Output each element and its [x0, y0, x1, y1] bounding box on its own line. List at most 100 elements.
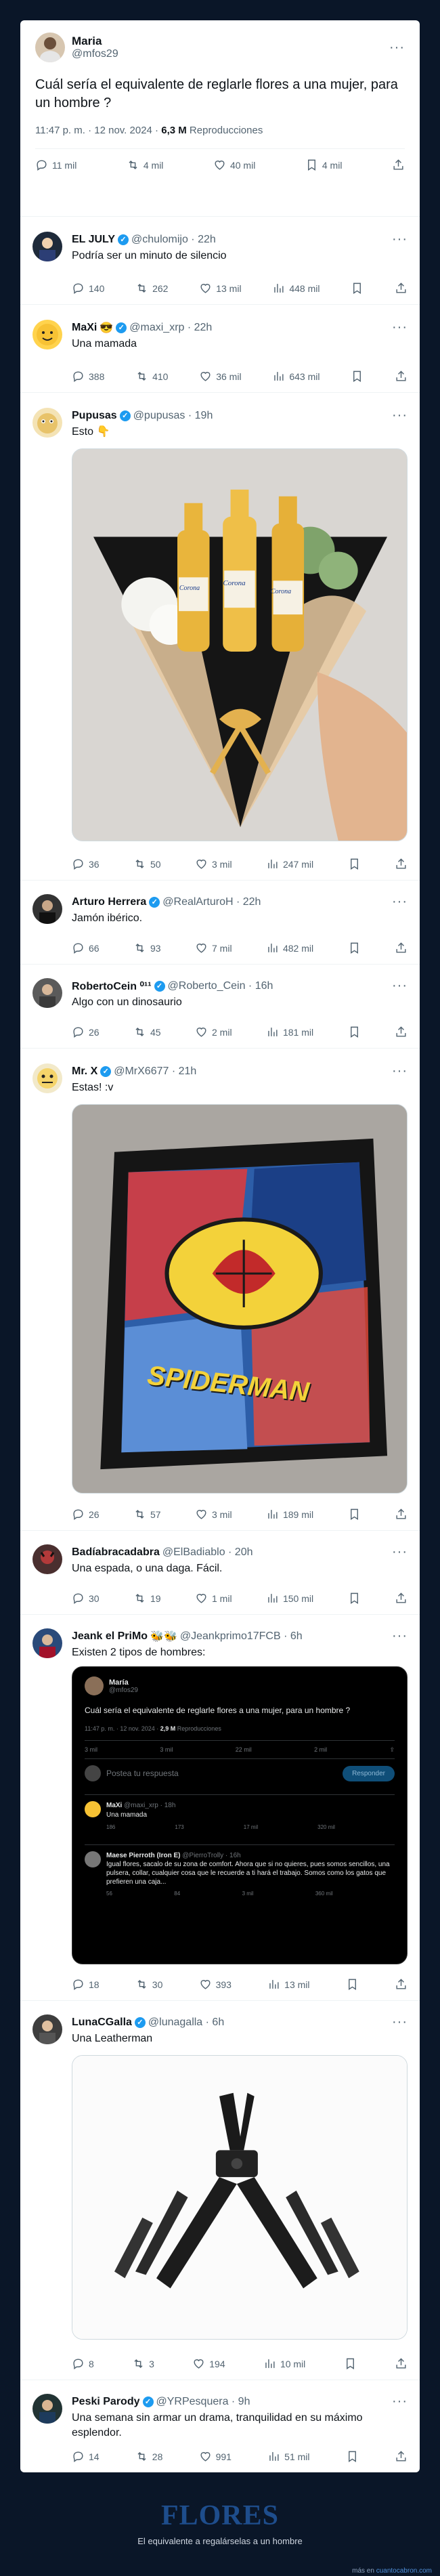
bookmark-button[interactable] — [348, 1592, 361, 1605]
reply-author[interactable]: MaXi — [72, 322, 97, 334]
reply-handle[interactable]: @Roberto_Cein · 16h — [168, 980, 273, 992]
repost-button[interactable]: 19 — [133, 1592, 161, 1605]
like-button[interactable]: 393 — [199, 1978, 232, 1991]
more-icon[interactable]: ··· — [392, 2394, 408, 2409]
share-button[interactable] — [395, 370, 408, 383]
reply-handle[interactable]: @pupusas · 19h — [133, 410, 213, 422]
repost-button[interactable]: 410 — [135, 370, 168, 383]
views-button[interactable]: 189 mil — [266, 1508, 313, 1521]
reply-button[interactable]: 18 — [72, 1978, 100, 1991]
bookmark-button[interactable] — [348, 858, 361, 870]
share-button[interactable] — [395, 1508, 408, 1521]
avatar[interactable] — [32, 2014, 62, 2044]
views-button[interactable]: 150 mil — [266, 1592, 313, 1605]
more-icon[interactable]: ··· — [392, 2014, 408, 2030]
like-button[interactable]: 13 mil — [199, 282, 242, 295]
avatar[interactable] — [32, 1628, 62, 1658]
bookmark-button[interactable] — [344, 2357, 357, 2370]
like-button[interactable]: 7 mil — [195, 942, 232, 954]
reply-author[interactable]: Peski Parody — [72, 2396, 140, 2408]
reply-author[interactable]: Badíabracadabra — [72, 1546, 160, 1559]
reply-handle[interactable]: @maxi_xrp · 22h — [129, 322, 212, 334]
reply-author[interactable]: Jeank el PriMo — [72, 1630, 148, 1643]
more-icon[interactable]: ··· — [392, 408, 408, 423]
reply-handle[interactable]: @chulomijo · 22h — [131, 234, 216, 246]
reply-button[interactable]: 388 — [72, 370, 104, 383]
like-button[interactable]: 991 — [199, 2450, 232, 2463]
reply-button[interactable]: 36 — [72, 858, 100, 870]
author-name[interactable]: Maria — [72, 35, 118, 48]
like-button[interactable]: 3 mil — [195, 858, 232, 870]
repost-button[interactable]: 28 — [135, 2450, 162, 2463]
more-icon[interactable]: ··· — [392, 1063, 408, 1079]
post-time[interactable]: 11:47 p. m. · 12 nov. 2024 · — [35, 125, 158, 136]
share-button[interactable] — [392, 159, 405, 171]
repost-button[interactable]: 262 — [135, 282, 168, 295]
more-icon[interactable]: ··· — [392, 232, 408, 247]
reply-button[interactable]: 30 — [72, 1592, 100, 1605]
bookmark-button[interactable] — [348, 1026, 361, 1038]
like-button[interactable]: 3 mil — [195, 1508, 232, 1521]
avatar[interactable] — [32, 2394, 62, 2424]
avatar[interactable] — [32, 1544, 62, 1574]
reply-author[interactable]: Mr. X — [72, 1065, 97, 1078]
bookmark-button[interactable] — [348, 1508, 361, 1521]
more-icon[interactable]: ··· — [392, 1628, 408, 1644]
like-button[interactable]: 40 mil — [213, 159, 255, 171]
like-button[interactable]: 194 — [192, 2357, 225, 2370]
share-button[interactable] — [395, 2357, 408, 2370]
more-icon[interactable]: ··· — [392, 894, 408, 910]
reply-handle[interactable]: @MrX6677 · 21h — [114, 1065, 196, 1078]
views-button[interactable]: 181 mil — [266, 1026, 313, 1038]
avatar[interactable] — [32, 894, 62, 924]
reply-handle[interactable]: @ElBadiablo · 20h — [162, 1546, 253, 1559]
bookmark-button[interactable] — [351, 370, 364, 383]
share-button[interactable] — [395, 858, 408, 870]
like-button[interactable]: 2 mil — [195, 1026, 232, 1038]
leatherman-image[interactable] — [72, 2055, 408, 2340]
repost-button[interactable]: 45 — [133, 1026, 161, 1038]
share-button[interactable] — [395, 1026, 408, 1038]
repost-button[interactable]: 50 — [133, 858, 161, 870]
reply-button[interactable]: 26 — [72, 1508, 100, 1521]
repost-button[interactable]: 4 mil — [127, 159, 163, 171]
bookmark-button[interactable] — [346, 2450, 359, 2463]
reply-handle[interactable]: @RealArturoH · 22h — [162, 896, 261, 908]
reply-handle[interactable]: @YRPesquera · 9h — [156, 2396, 250, 2408]
source-link[interactable]: cuantocabron.com — [376, 2567, 432, 2575]
more-icon[interactable]: ··· — [392, 978, 408, 994]
reply-button[interactable]: 26 — [72, 1026, 100, 1038]
reply-author[interactable]: EL JULY — [72, 234, 115, 246]
avatar[interactable] — [35, 33, 65, 62]
reply-author[interactable]: Arturo Herrera — [72, 896, 146, 908]
share-button[interactable] — [395, 282, 408, 295]
bookmark-button[interactable] — [351, 282, 364, 295]
bookmark-button[interactable] — [346, 1978, 359, 1991]
embedded-screenshot[interactable]: María @mfos29 Cuál sería el equivalente d… — [72, 1666, 408, 1964]
avatar[interactable] — [32, 320, 62, 350]
avatar[interactable] — [32, 1063, 62, 1093]
bookmark-button[interactable]: 4 mil — [305, 159, 342, 171]
repost-button[interactable]: 57 — [133, 1508, 161, 1521]
views-button[interactable]: 448 mil — [272, 282, 320, 295]
like-button[interactable]: 1 mil — [195, 1592, 232, 1605]
reply-button[interactable]: 66 — [72, 942, 100, 954]
reply-author[interactable]: Pupusas — [72, 410, 117, 422]
views-button[interactable]: 482 mil — [266, 942, 313, 954]
reply-button[interactable]: 11 mil — [35, 159, 76, 171]
views-button[interactable]: 643 mil — [272, 370, 320, 383]
reply-button[interactable]: 14 — [72, 2450, 100, 2463]
repost-button[interactable]: 30 — [135, 1978, 162, 1991]
share-button[interactable] — [395, 1592, 408, 1605]
more-icon[interactable]: ··· — [392, 320, 408, 335]
beer-bouquet-image[interactable]: Corona Corona Corona — [72, 448, 408, 841]
views-button[interactable]: 10 mil — [263, 2357, 305, 2370]
avatar[interactable] — [32, 232, 62, 261]
more-icon[interactable]: ··· — [389, 40, 405, 56]
more-icon[interactable]: ··· — [392, 1544, 408, 1560]
views-button[interactable]: 247 mil — [266, 858, 313, 870]
share-button[interactable] — [395, 2450, 408, 2463]
avatar[interactable] — [32, 408, 62, 438]
reply-author[interactable]: RobertoCein ⁰¹¹ — [72, 979, 152, 993]
reply-button[interactable]: 140 — [72, 282, 104, 295]
